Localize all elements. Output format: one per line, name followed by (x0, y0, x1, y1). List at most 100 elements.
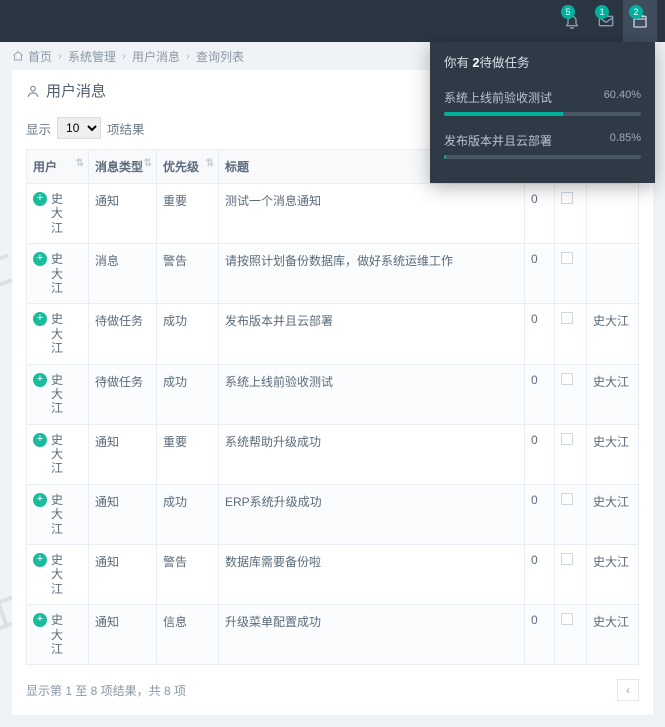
cell-count: 0 (525, 605, 555, 665)
col-type[interactable]: 消息类型⇅ (89, 150, 157, 184)
cell-user: 史大江 (51, 553, 65, 596)
tasks-pre: 你有 (444, 56, 472, 70)
cell-priority: 警告 (157, 545, 219, 605)
cell-flag (555, 545, 587, 605)
topbar: 5 1 2 (0, 0, 665, 42)
cell-user: 史大江 (51, 373, 65, 416)
show-label: 显示 (26, 119, 51, 138)
cell-flag (555, 304, 587, 364)
table-row: +史大江待做任务成功发布版本并且云部署0史大江 (27, 304, 639, 364)
cell-count: 0 (525, 424, 555, 484)
tasks-post: 待做任务 (479, 56, 529, 70)
cell-flag (555, 244, 587, 304)
messages-badge: 1 (595, 5, 609, 19)
page-length-select[interactable]: 10 (57, 117, 101, 139)
cell-priority: 成功 (157, 484, 219, 544)
task-item[interactable]: 系统上线前验收测试60.40% (430, 79, 655, 122)
task-item[interactable]: 发布版本并且云部署0.85% (430, 122, 655, 165)
checkbox-icon[interactable] (561, 433, 573, 445)
cell-type: 消息 (89, 244, 157, 304)
cell-title: 系统帮助升级成功 (219, 424, 525, 484)
cell-sender: 史大江 (587, 484, 639, 544)
cell-type: 通知 (89, 484, 157, 544)
cell-sender: 史大江 (587, 304, 639, 364)
col-priority[interactable]: 优先级⇅ (157, 150, 219, 184)
cell-priority: 警告 (157, 244, 219, 304)
progress-bar (444, 155, 641, 159)
cell-title: ERP系统升级成功 (219, 484, 525, 544)
pager-prev[interactable]: ‹ (617, 679, 639, 701)
home-icon (12, 50, 24, 62)
cell-sender: 史大江 (587, 605, 639, 665)
cell-user: 史大江 (51, 312, 65, 355)
cell-flag (555, 184, 587, 244)
topbar-tasks[interactable]: 2 (623, 0, 657, 42)
checkbox-icon[interactable] (561, 312, 573, 324)
expand-icon[interactable]: + (33, 493, 47, 507)
cell-title: 升级菜单配置成功 (219, 605, 525, 665)
cell-sender: 史大江 (587, 364, 639, 424)
cell-title: 发布版本并且云部署 (219, 304, 525, 364)
cell-count: 0 (525, 364, 555, 424)
cell-user: 史大江 (51, 192, 65, 235)
cell-sender (587, 244, 639, 304)
checkbox-icon[interactable] (561, 493, 573, 505)
breadcrumb-home[interactable]: 首页 (28, 48, 52, 65)
notifications-badge: 5 (561, 5, 575, 19)
cell-user: 史大江 (51, 433, 65, 476)
cell-count: 0 (525, 304, 555, 364)
cell-flag (555, 484, 587, 544)
cell-priority: 成功 (157, 304, 219, 364)
expand-icon[interactable]: + (33, 192, 47, 206)
page-title-text: 用户消息 (46, 80, 106, 101)
expand-icon[interactable]: + (33, 613, 47, 627)
expand-icon[interactable]: + (33, 373, 47, 387)
checkbox-icon[interactable] (561, 252, 573, 264)
col-user[interactable]: 用户⇅ (27, 150, 89, 184)
messages-table: 用户⇅ 消息类型⇅ 优先级⇅ 标题⇅ +史大江通知重要测试一个消息通知0+史大江… (26, 149, 639, 665)
checkbox-icon[interactable] (561, 192, 573, 204)
breadcrumb-l1[interactable]: 系统管理 (68, 48, 116, 65)
table-row: +史大江待做任务成功系统上线前验收测试0史大江 (27, 364, 639, 424)
cell-priority: 信息 (157, 605, 219, 665)
progress-bar (444, 112, 641, 116)
cell-user: 史大江 (51, 252, 65, 295)
tasks-dropdown-title: 你有 2待做任务 (430, 42, 655, 79)
table-row: +史大江消息警告请按照计划备份数据库，做好系统运维工作0 (27, 244, 639, 304)
task-percent: 60.40% (604, 89, 641, 106)
cell-sender: 史大江 (587, 424, 639, 484)
expand-icon[interactable]: + (33, 312, 47, 326)
table-row: +史大江通知信息升级菜单配置成功0史大江 (27, 605, 639, 665)
user-icon (26, 84, 40, 98)
cell-flag (555, 364, 587, 424)
cell-priority: 重要 (157, 184, 219, 244)
tasks-dropdown: 你有 2待做任务 系统上线前验收测试60.40%发布版本并且云部署0.85% (430, 42, 655, 183)
breadcrumb-l2[interactable]: 用户消息 (132, 48, 180, 65)
table-row: +史大江通知重要测试一个消息通知0 (27, 184, 639, 244)
cell-priority: 重要 (157, 424, 219, 484)
cell-flag (555, 605, 587, 665)
cell-count: 0 (525, 184, 555, 244)
topbar-messages[interactable]: 1 (589, 0, 623, 42)
entries-label: 项结果 (107, 119, 145, 138)
table-row: + 史大江 通知重要系统帮助升级成功0 史大江 (27, 424, 639, 484)
cell-user: 史大江 (51, 493, 65, 536)
cell-count: 0 (525, 244, 555, 304)
expand-icon[interactable]: + (33, 252, 47, 266)
checkbox-icon[interactable] (561, 553, 573, 565)
cell-sender (587, 184, 639, 244)
cell-type: 通知 (89, 424, 157, 484)
cell-priority: 成功 (157, 364, 219, 424)
checkbox-icon[interactable] (561, 373, 573, 385)
expand-icon[interactable]: + (33, 553, 47, 567)
breadcrumb-sep: › (122, 49, 126, 63)
cell-title: 数据库需要备份啦 (219, 545, 525, 605)
cell-user: 史大江 (51, 613, 65, 656)
tasks-badge: 2 (629, 5, 643, 19)
cell-title: 测试一个消息通知 (219, 184, 525, 244)
expand-icon[interactable]: + (33, 433, 47, 447)
table-row: +史大江通知成功ERP系统升级成功0史大江 (27, 484, 639, 544)
topbar-notifications[interactable]: 5 (555, 0, 589, 42)
checkbox-icon[interactable] (561, 613, 573, 625)
table-row: +史大江通知警告数据库需要备份啦0史大江 (27, 545, 639, 605)
